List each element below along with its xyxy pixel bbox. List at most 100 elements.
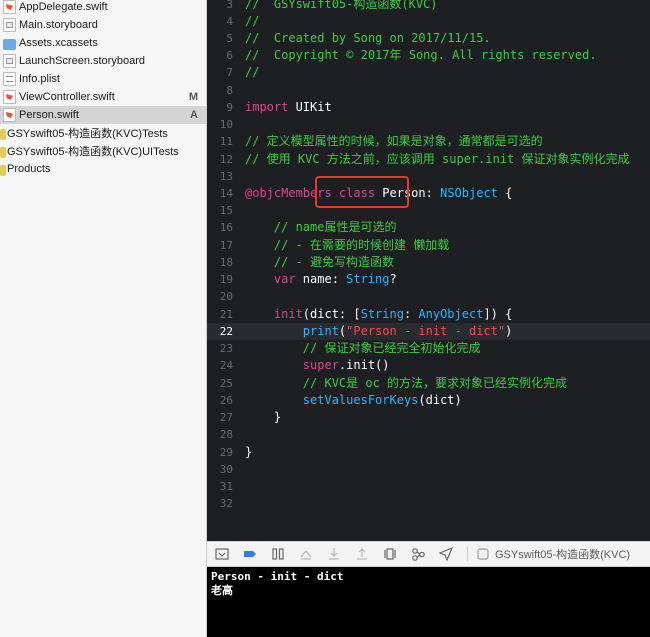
code-line[interactable]: 5// Created by Song on 2017/11/15. [207,30,650,47]
nav-item-label: Info.plist [19,73,60,85]
nav-item-label: ViewController.swift [19,91,115,103]
code-line[interactable]: 19 var name: String? [207,271,650,288]
line-number: 25 [219,377,233,390]
line-number: 29 [219,446,233,459]
code-line[interactable]: 11// 定义模型属性的时候，如果是对象，通常都是可选的 [207,133,650,150]
code-line[interactable]: 3// GSYswift05-构造函数(KVC) [207,0,650,13]
nav-item-launchscreen[interactable]: LaunchScreen.storyboard [0,52,206,70]
code-line[interactable]: 6// Copyright © 2017年 Song. All rights r… [207,47,650,64]
code-line[interactable]: 21 init(dict: [String: AnyObject]) { [207,306,650,323]
line-number: 7 [226,66,233,79]
memory-graph-icon[interactable] [411,547,425,561]
nav-item-appdelegate[interactable]: AppDelegate.swift [0,0,206,16]
line-number: 20 [219,290,233,303]
code-line[interactable]: 15 [207,202,650,219]
scm-status-badge: M [188,91,198,103]
code-line[interactable]: 7// [207,64,650,81]
scm-status-badge: A [190,109,198,121]
code-line[interactable]: 4// [207,13,650,30]
line-number: 14 [219,187,233,200]
line-number: 9 [226,101,233,114]
nav-item-viewcontroller[interactable]: ViewController.swift M [0,88,206,106]
code-line[interactable]: 9 import UIKit [207,99,650,116]
line-number: 11 [219,135,233,148]
nav-group-uitests[interactable]: GSYswift05-构造函数(KVC)UITests [0,142,206,160]
code-line[interactable]: 13 [207,168,650,185]
debug-console[interactable]: Person - init - dict 老高 [207,567,650,637]
code-line[interactable]: 14 @objcMembers class Person: NSObject { [207,185,650,202]
code-line[interactable]: 18 // - 避免写构造函数 [207,254,650,271]
nav-item-label: GSYswift05-构造函数(KVC)UITests [7,146,179,158]
nav-item-info-plist[interactable]: Info.plist [0,70,206,88]
line-number: 19 [219,273,233,286]
code-line[interactable]: 16 // name属性是可选的 [207,219,650,236]
line-number: 24 [219,359,233,372]
code-editor[interactable]: 3// GSYswift05-构造函数(KVC) 4// 5// Created… [207,0,650,541]
toolbar-divider [467,547,468,561]
line-number: 10 [219,118,233,131]
console-output-line: Person - init - dict [211,570,344,583]
nav-item-person[interactable]: Person.swift A [0,106,206,124]
simulate-location-icon[interactable] [439,547,453,561]
nav-item-label: AppDelegate.swift [19,1,108,13]
view-hierarchy-icon[interactable] [383,547,397,561]
console-output-line: 老高 [211,584,233,597]
code-line[interactable]: 26 setValuesForKeys(dict) [207,392,650,409]
code-line-current[interactable]: 22 print("Person - init - dict") [207,323,650,340]
line-number: 22 [219,325,233,338]
line-number: 13 [219,170,233,183]
line-number: 30 [219,463,233,476]
storyboard-file-icon [3,18,16,32]
code-line[interactable]: 24 super.init() [207,357,650,374]
code-line[interactable]: 8 [207,82,650,99]
line-number: 23 [219,342,233,355]
nav-item-assets[interactable]: Assets.xcassets [0,34,206,52]
line-number: 32 [219,497,233,510]
code-line[interactable]: 23 // 保证对象已经完全初始化完成 [207,340,650,357]
line-number: 31 [219,480,233,493]
code-line[interactable]: 25 // KVC是 oc 的方法，要求对象已经实例化完成 [207,375,650,392]
pause-icon[interactable] [271,547,285,561]
step-into-icon[interactable] [327,547,341,561]
line-number: 4 [226,15,233,28]
annotation-highlight-box [315,176,409,208]
code-line[interactable]: 28 [207,426,650,443]
nav-item-label: GSYswift05-构造函数(KVC)Tests [7,128,168,140]
code-line[interactable]: 30 [207,461,650,478]
line-number: 3 [226,0,233,11]
folder-icon [0,146,6,158]
line-number: 16 [219,221,233,234]
folder-icon [0,128,6,140]
nav-group-tests[interactable]: GSYswift05-构造函数(KVC)Tests [0,124,206,142]
code-line[interactable]: 10 [207,116,650,133]
nav-group-products[interactable]: Products [0,160,206,178]
step-out-icon[interactable] [355,547,369,561]
breakpoints-toggle-icon[interactable] [243,547,257,561]
folder-icon [0,164,6,176]
nav-item-label: Assets.xcassets [19,37,98,49]
swift-file-icon [3,90,16,104]
nav-item-main-storyboard[interactable]: Main.storyboard [0,16,206,34]
code-line[interactable]: 32 [207,495,650,512]
code-line[interactable]: 29} [207,444,650,461]
hide-debug-area-icon[interactable] [215,547,229,561]
step-over-icon[interactable] [299,547,313,561]
line-number: 26 [219,394,233,407]
line-number: 5 [226,32,233,45]
line-number: 21 [219,308,233,321]
code-line[interactable]: 20 [207,288,650,305]
nav-item-label: Products [7,163,51,175]
nav-item-label: LaunchScreen.storyboard [19,55,145,67]
debug-process-label[interactable]: GSYswift05-构造函数(KVC) [495,546,630,562]
swift-file-icon [3,108,16,122]
storyboard-file-icon [3,54,16,68]
code-line[interactable]: 27 } [207,409,650,426]
code-line[interactable]: 12// 使用 KVC 方法之前，应该调用 super.init 保证对象实例化… [207,151,650,168]
code-line[interactable]: 17 // - 在需要的时候创建 懒加载 [207,237,650,254]
plist-file-icon [3,72,16,86]
line-number: 8 [226,84,233,97]
code-line[interactable]: 31 [207,478,650,495]
line-number: 28 [219,428,233,441]
line-number: 15 [219,204,233,217]
line-number: 27 [219,411,233,424]
